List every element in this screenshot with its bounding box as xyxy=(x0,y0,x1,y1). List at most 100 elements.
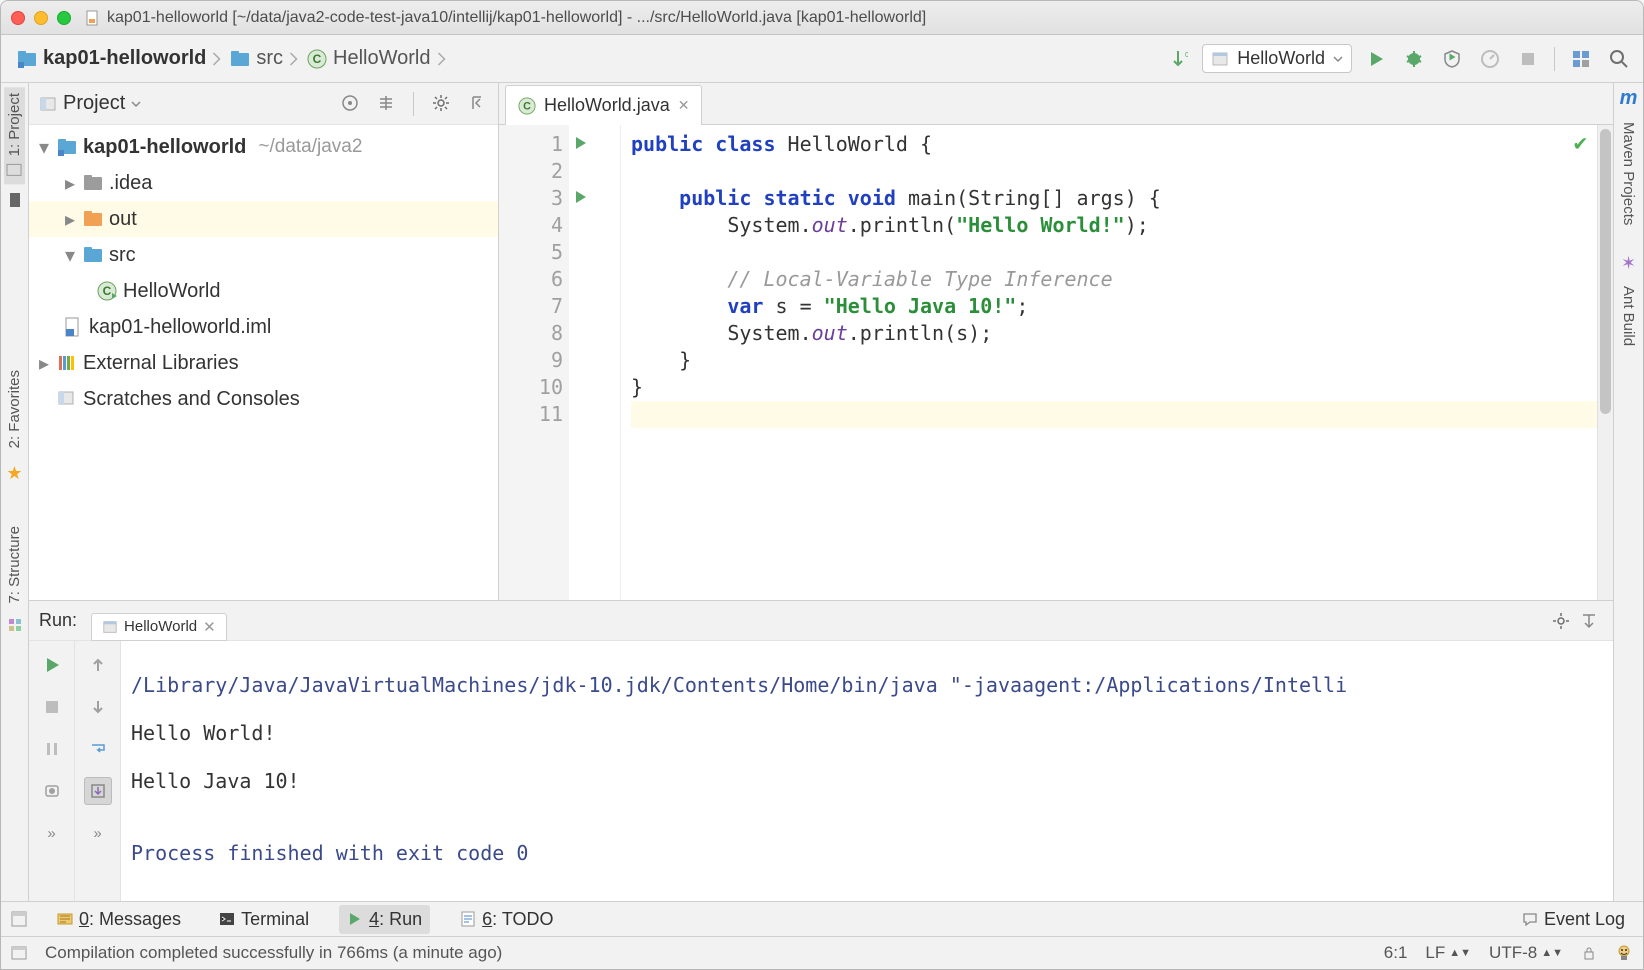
fold-column[interactable] xyxy=(603,125,621,600)
stop-button[interactable] xyxy=(38,693,66,721)
run-left-toolbar: » xyxy=(29,641,75,901)
minimize-window-button[interactable] xyxy=(34,11,48,25)
breadcrumb-label: src xyxy=(256,47,283,70)
star-icon: ★ xyxy=(6,463,22,484)
chevron-down-icon xyxy=(131,99,141,109)
breadcrumbs: kap01-helloworld src C HelloWorld xyxy=(11,47,449,70)
run-title: Run: xyxy=(39,610,77,631)
structure-icon xyxy=(7,617,23,633)
tree-scratches[interactable]: Scratches and Consoles xyxy=(29,381,498,417)
run-body: » » /Library/Java/JavaVirtualMachines/jd… xyxy=(29,641,1613,901)
file-encoding[interactable]: UTF-8▲▼ xyxy=(1489,943,1563,963)
close-run-tab-icon[interactable]: ✕ xyxy=(203,618,216,636)
maven-tool-tab[interactable]: Maven Projects xyxy=(1618,116,1639,231)
breadcrumb-folder[interactable]: src xyxy=(224,47,289,70)
project-view-selector[interactable]: Project xyxy=(39,92,141,115)
project-tree[interactable]: ▾ kap01-helloworld ~/data/java2 ▸ .idea … xyxy=(29,125,498,600)
run-config-selector[interactable]: HelloWorld xyxy=(1202,44,1352,73)
stop-button[interactable] xyxy=(1514,45,1542,73)
disclosure-icon[interactable]: ▾ xyxy=(37,135,51,160)
collapse-all-button[interactable] xyxy=(375,92,397,114)
tree-external-libraries[interactable]: ▸ External Libraries xyxy=(29,345,498,381)
caret-position[interactable]: 6:1 xyxy=(1384,943,1408,963)
inspection-ok-icon[interactable]: ✔ xyxy=(1574,131,1587,156)
scroll-to-end-button[interactable] xyxy=(84,777,112,805)
chevron-right-icon xyxy=(212,48,224,70)
tree-root[interactable]: ▾ kap01-helloworld ~/data/java2 xyxy=(29,129,498,165)
ant-tool-tab[interactable]: Ant Build xyxy=(1618,280,1639,352)
profile-button[interactable] xyxy=(1476,45,1504,73)
editor: C HelloWorld.java ✕ 1 2 3 4 5 6 7 8 xyxy=(499,83,1613,600)
todo-tool-tab[interactable]: 6: TODO xyxy=(452,905,561,934)
bookmark-icon[interactable] xyxy=(7,192,23,208)
more-button[interactable]: » xyxy=(38,819,66,847)
terminal-tool-tab[interactable]: Terminal xyxy=(211,905,317,934)
gear-button[interactable] xyxy=(430,92,452,114)
disclosure-icon[interactable]: ▸ xyxy=(37,351,51,376)
app-file-icon xyxy=(85,10,101,26)
coverage-button[interactable] xyxy=(1438,45,1466,73)
run-line-icon[interactable] xyxy=(573,135,589,151)
disclosure-icon[interactable]: ▾ xyxy=(63,243,77,268)
readonly-toggle-icon[interactable] xyxy=(1581,945,1597,961)
separator xyxy=(1554,47,1555,71)
disclosure-icon[interactable]: ▸ xyxy=(63,171,77,196)
tree-folder-src[interactable]: ▾ src xyxy=(29,237,498,273)
dump-threads-button[interactable] xyxy=(38,777,66,805)
run-left-toolbar-2: » xyxy=(75,641,121,901)
search-everywhere-button[interactable] xyxy=(1605,45,1633,73)
run-settings-button[interactable] xyxy=(1547,607,1575,635)
down-stack-button[interactable] xyxy=(84,693,112,721)
code-area[interactable]: ✔ public class HelloWorld { public stati… xyxy=(621,125,1597,600)
run-line-icon[interactable] xyxy=(573,189,589,205)
inspector-icon[interactable] xyxy=(1615,944,1633,962)
window-title: kap01-helloworld [~/data/java2-code-test… xyxy=(107,9,926,27)
editor-gutter[interactable]: 1 2 3 4 5 6 7 8 9 10 11 xyxy=(499,125,569,600)
pause-button[interactable] xyxy=(38,735,66,763)
editor-scrollbar[interactable] xyxy=(1597,125,1613,600)
editor-tab-label: HelloWorld.java xyxy=(544,95,670,116)
console-output[interactable]: /Library/Java/JavaVirtualMachines/jdk-10… xyxy=(121,641,1613,901)
run-tool-window: Run: HelloWorld ✕ » xyxy=(29,601,1613,901)
upper-split: Project ▾ ka xyxy=(29,83,1613,601)
svg-text:C: C xyxy=(523,100,531,112)
up-stack-button[interactable] xyxy=(84,651,112,679)
tool-window-quick-access-icon[interactable] xyxy=(11,911,27,927)
tree-iml-file[interactable]: kap01-helloworld.iml xyxy=(29,309,498,345)
breadcrumb-module[interactable]: kap01-helloworld xyxy=(11,47,212,70)
disclosure-icon[interactable]: ▸ xyxy=(63,207,77,232)
event-log-tool-tab[interactable]: Event Log xyxy=(1514,905,1633,934)
breadcrumb-label: kap01-helloworld xyxy=(43,47,206,70)
debug-button[interactable] xyxy=(1400,45,1428,73)
status-bar: Compilation completed successfully in 76… xyxy=(1,937,1643,969)
run-hide-button[interactable] xyxy=(1575,607,1603,635)
status-window-icon[interactable] xyxy=(11,945,27,961)
project-structure-button[interactable] xyxy=(1567,45,1595,73)
breadcrumb-class[interactable]: C HelloWorld xyxy=(301,47,436,70)
tree-folder-idea[interactable]: ▸ .idea xyxy=(29,165,498,201)
structure-tool-tab[interactable]: 7: Structure xyxy=(4,520,25,610)
hide-button[interactable] xyxy=(466,92,488,114)
locate-button[interactable] xyxy=(339,92,361,114)
more-button[interactable]: » xyxy=(84,819,112,847)
editor-body[interactable]: 1 2 3 4 5 6 7 8 9 10 11 xyxy=(499,125,1613,600)
line-separator[interactable]: LF▲▼ xyxy=(1425,943,1471,963)
close-window-button[interactable] xyxy=(11,11,25,25)
maximize-window-button[interactable] xyxy=(57,11,71,25)
project-tool-tab[interactable]: 1: Project xyxy=(4,87,25,184)
main-area: 1: Project 2: Favorites ★ 7: Structure P… xyxy=(1,83,1643,901)
svg-text:C: C xyxy=(313,52,322,66)
run-tool-tab[interactable]: 4: Run xyxy=(339,905,430,934)
soft-wrap-button[interactable] xyxy=(84,735,112,763)
close-tab-icon[interactable]: ✕ xyxy=(678,97,690,114)
tree-folder-out[interactable]: ▸ out xyxy=(29,201,498,237)
build-button[interactable]: 01 xyxy=(1164,45,1192,73)
tree-class[interactable]: C HelloWorld xyxy=(29,273,498,309)
run-tab[interactable]: HelloWorld ✕ xyxy=(91,613,227,641)
messages-tool-tab[interactable]: 0: Messages xyxy=(49,905,189,934)
favorites-tool-tab[interactable]: 2: Favorites xyxy=(4,364,25,454)
editor-tab[interactable]: C HelloWorld.java ✕ xyxy=(505,85,702,125)
run-button[interactable] xyxy=(1362,45,1390,73)
rerun-button[interactable] xyxy=(38,651,66,679)
window-titlebar: kap01-helloworld [~/data/java2-code-test… xyxy=(1,1,1643,35)
